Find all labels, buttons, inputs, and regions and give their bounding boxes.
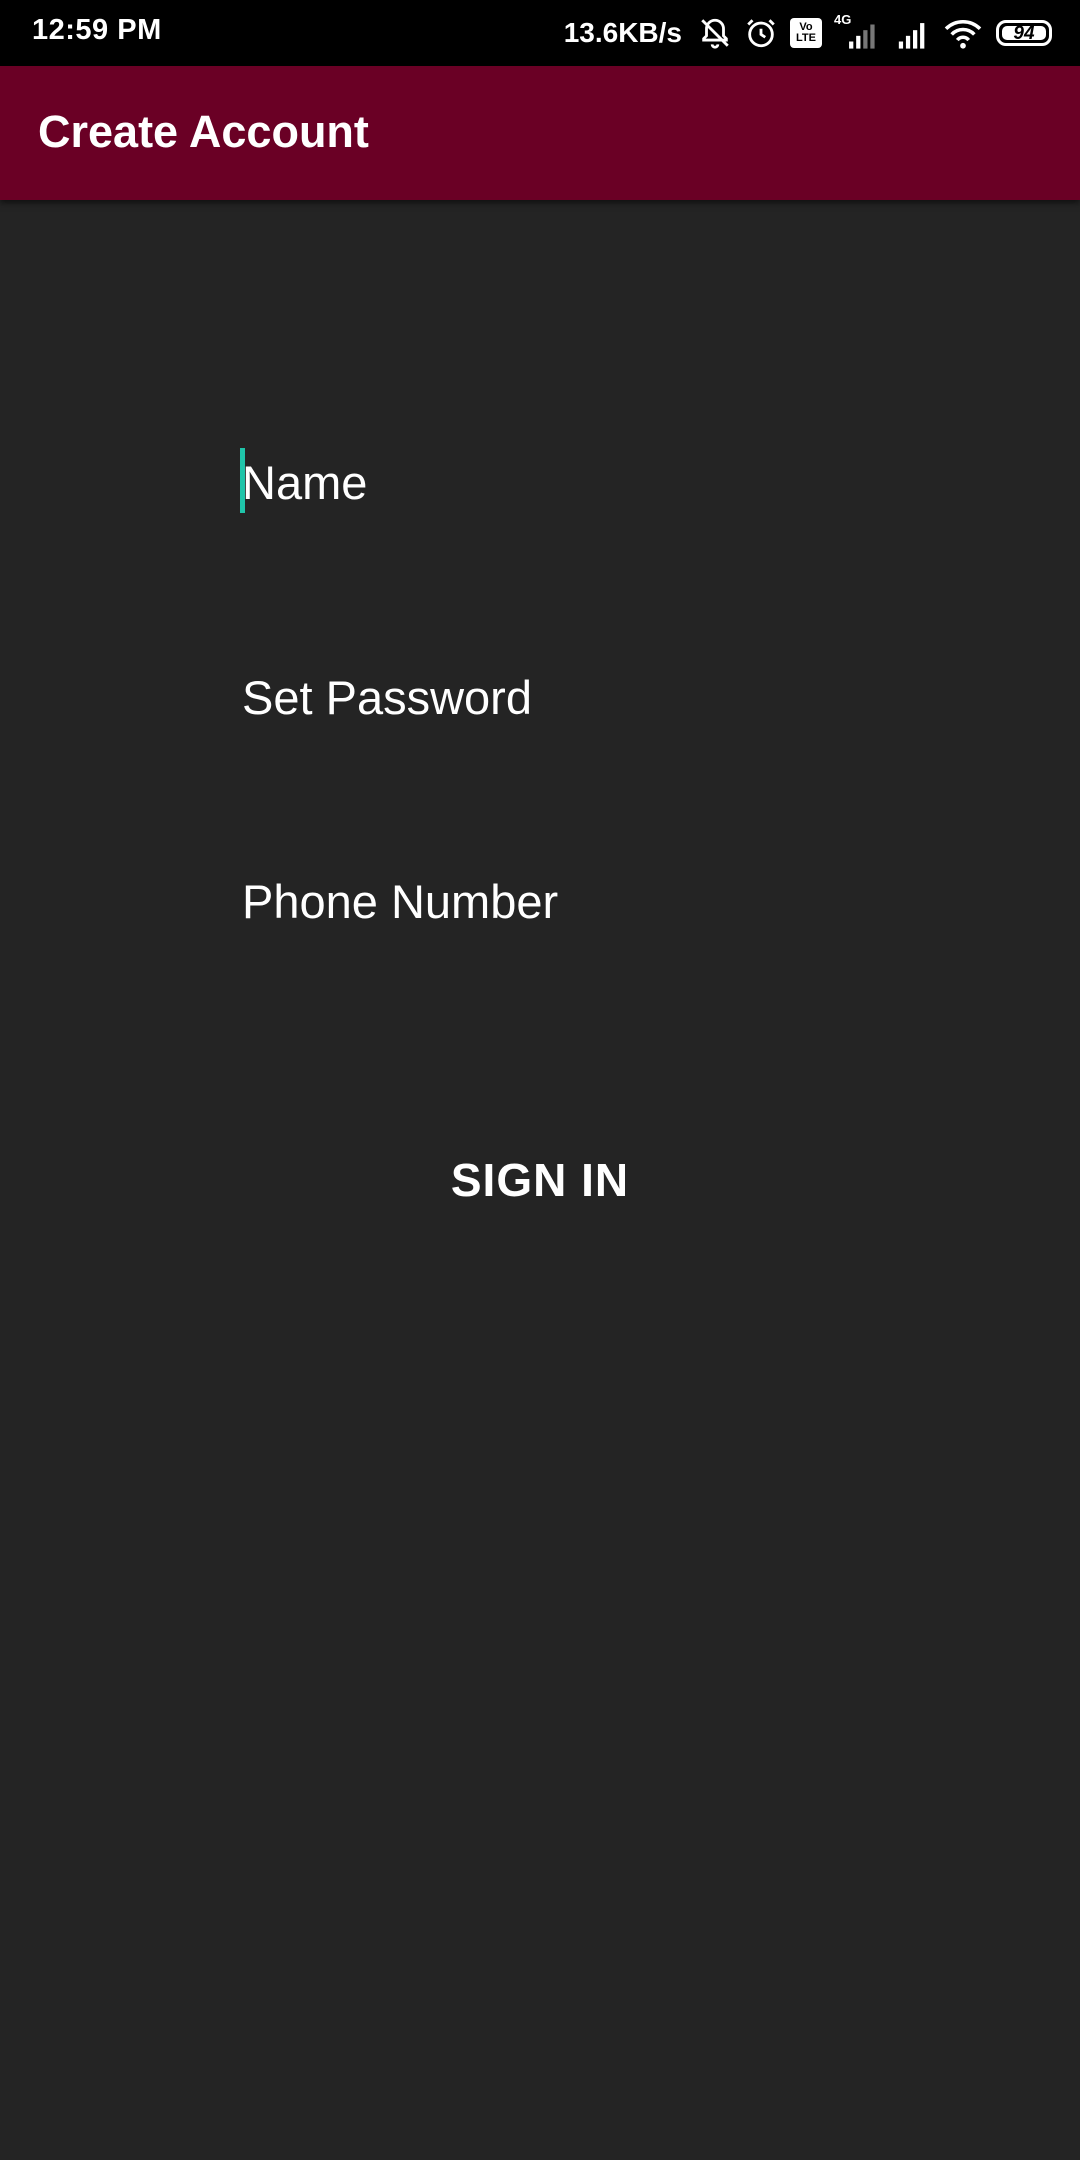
status-bar: 12:59 PM 13.6KB/s Vo LTE 4G 94 [0, 0, 1080, 66]
page-title: Create Account [38, 106, 369, 157]
signal-icon [896, 16, 930, 50]
battery-icon: 94 [996, 20, 1052, 46]
sign-in-button[interactable]: SIGN IN [400, 1140, 680, 1220]
wifi-icon [942, 16, 984, 50]
password-input[interactable] [242, 652, 842, 742]
create-account-screen: 12:59 PM 13.6KB/s Vo LTE 4G 94 Create Ac… [0, 0, 1080, 2160]
volte-icon: Vo LTE [790, 18, 822, 48]
muted-bell-icon [698, 16, 732, 50]
name-input[interactable] [242, 437, 842, 527]
status-icons: 13.6KB/s Vo LTE 4G 94 [564, 12, 1052, 54]
signal-4g-icon: 4G [834, 12, 884, 50]
battery-level: 94 [1013, 22, 1035, 44]
network-speed: 13.6KB/s [563, 17, 682, 48]
phone-number-input[interactable] [242, 856, 842, 946]
network-type-label: 4G [834, 12, 852, 27]
status-time: 12:59 PM [32, 14, 162, 46]
app-bar: Create Account [0, 66, 1080, 200]
volte-bottom-label: LTE [796, 32, 816, 44]
alarm-icon [744, 16, 778, 50]
text-cursor [240, 448, 245, 513]
